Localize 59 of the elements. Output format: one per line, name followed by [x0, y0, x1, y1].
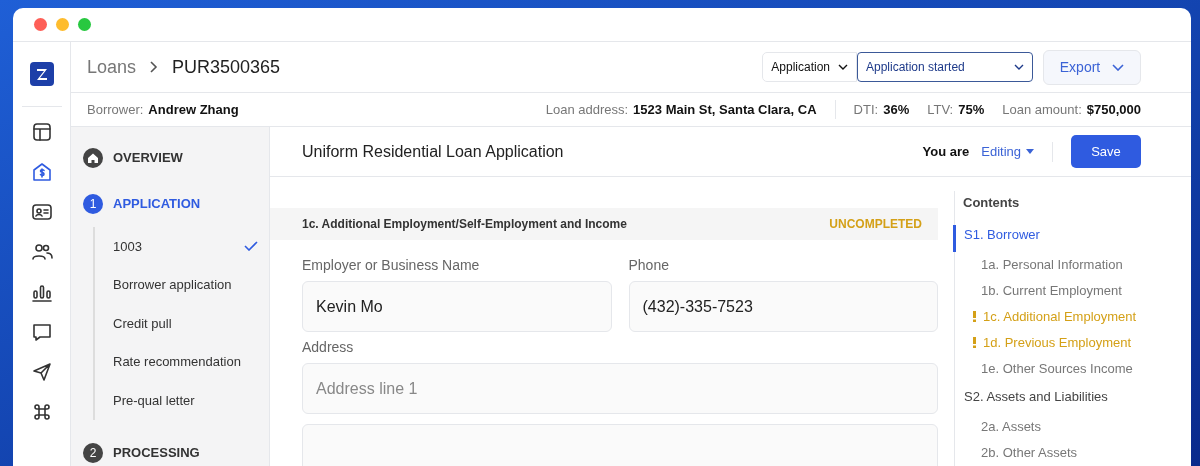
users-icon[interactable] [30, 241, 53, 263]
house-dollar-icon[interactable] [30, 161, 53, 183]
nav-item[interactable]: Borrower application [113, 265, 258, 305]
contents-link[interactable]: 1e. Other Sources Income [981, 358, 1133, 379]
info-value: 75% [958, 100, 985, 119]
section-title: 1c. Additional Employment/Self-Employment and Income [302, 216, 627, 233]
step-number: 2 [83, 442, 103, 463]
close-button[interactable] [34, 18, 47, 31]
breadcrumb-link[interactable]: Loans [87, 53, 137, 81]
form-title: Uniform Residential Loan Application [302, 141, 564, 162]
status-label: UNCOMPLETED [829, 216, 922, 233]
chevron-right-icon [150, 61, 159, 73]
chevron-icon [1014, 64, 1024, 70]
chevron-icon [838, 64, 848, 70]
chevron-icon [1112, 63, 1125, 71]
mode-dropdown[interactable]: Editing [981, 141, 1034, 162]
field-label: Employer or Business Name [302, 256, 481, 274]
info-label: Loan address: [545, 100, 629, 119]
mode-label: You are [922, 142, 970, 161]
info-label: LTV: [927, 100, 954, 119]
id-card-icon[interactable] [30, 201, 53, 223]
info-value: $750,000 [1086, 100, 1141, 119]
contents-link[interactable]: 2a. Assets [981, 416, 1041, 437]
step-number: 1 [83, 194, 103, 214]
field-label: Address [302, 338, 355, 356]
stage-dropdown[interactable]: Application [762, 52, 857, 82]
caret-icon [1026, 149, 1034, 154]
status-dropdown[interactable]: Application started [857, 52, 1033, 82]
input-field[interactable]: Address line 1 [302, 363, 938, 414]
export-button[interactable]: Export [1043, 49, 1141, 85]
input-field[interactable]: (432)-335-7523 [628, 281, 938, 332]
contents-link[interactable]: S2. Assets and Liabilities [953, 386, 1191, 414]
input-field[interactable] [302, 424, 938, 466]
nav-item[interactable]: 1003 [113, 227, 258, 266]
breadcrumb-link[interactable]: PUR3500365 [172, 53, 281, 81]
contents-title: Contents [963, 194, 1021, 212]
nav-section[interactable]: OVERVIEW [113, 148, 183, 168]
field-label: Phone [628, 256, 670, 274]
info-label: Borrower: [87, 100, 144, 119]
nav-item[interactable]: Rate recommendation [113, 342, 258, 382]
ai-chat-icon[interactable] [30, 321, 53, 343]
info-value: 1523 Main St, Santa Clara, CA [633, 100, 817, 119]
nav-section[interactable]: APPLICATION [113, 194, 201, 214]
contents-link[interactable]: 1b. Current Employment [981, 280, 1122, 301]
save-button[interactable]: Save [1071, 135, 1141, 168]
logo-icon [29, 62, 54, 86]
input-field[interactable]: Kevin Mo [302, 281, 612, 332]
layout-icon[interactable] [30, 121, 53, 143]
info-label: Loan amount: [1002, 100, 1082, 119]
info-value: Andrew Zhang [148, 100, 239, 119]
info-value: 36% [883, 100, 910, 119]
nav-item[interactable]: Credit pull [113, 304, 258, 343]
nav-item[interactable]: Pre-qual letter [113, 381, 258, 420]
paper-plane-icon[interactable] [30, 361, 53, 383]
contents-link[interactable]: 2b. Other Assets [981, 442, 1078, 463]
nav-section[interactable]: PROCESSING [113, 443, 200, 463]
info-label: DTI: [853, 100, 879, 119]
contents-link[interactable]: 1a. Personal Information [981, 254, 1123, 275]
contents-link[interactable]: S1. Borrower [953, 224, 1191, 252]
